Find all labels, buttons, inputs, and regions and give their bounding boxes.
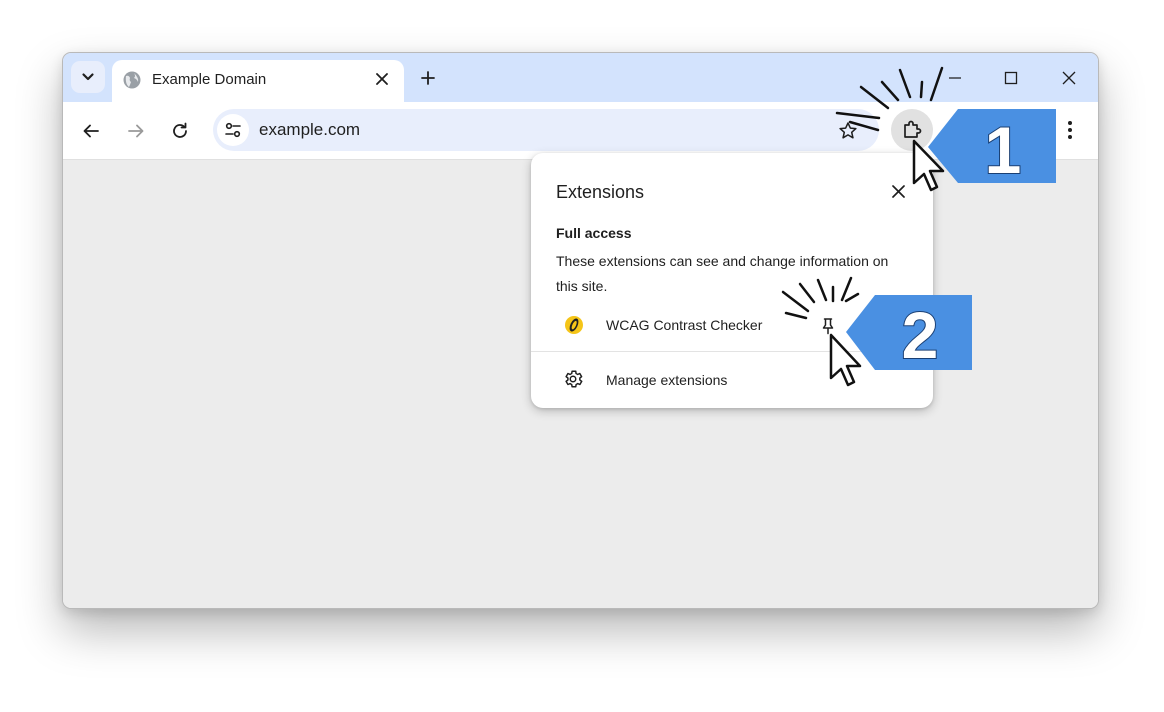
extension-item[interactable]: WCAG Contrast Checker bbox=[531, 306, 933, 346]
browser-menu-button[interactable] bbox=[1057, 117, 1083, 143]
back-button[interactable] bbox=[75, 115, 107, 147]
kebab-menu-icon bbox=[1068, 121, 1072, 139]
puzzle-icon bbox=[904, 120, 922, 138]
globe-icon bbox=[123, 71, 141, 89]
browser-toolbar: example.com bbox=[63, 102, 1098, 160]
arrow-right-icon bbox=[128, 124, 144, 138]
close-tab-button[interactable] bbox=[371, 68, 393, 90]
reload-button[interactable] bbox=[164, 115, 196, 147]
pin-icon bbox=[822, 318, 834, 335]
divider bbox=[531, 351, 933, 352]
forward-button[interactable] bbox=[120, 115, 152, 147]
wcag-logo-icon bbox=[565, 316, 583, 334]
tab-strip: Example Domain bbox=[63, 53, 1098, 102]
tab-search-button[interactable] bbox=[71, 61, 105, 93]
manage-extensions-item[interactable]: Manage extensions bbox=[531, 361, 933, 397]
full-access-description: These extensions can see and change info… bbox=[556, 253, 889, 294]
close-window-icon bbox=[1062, 71, 1076, 85]
arrow-left-icon bbox=[83, 124, 99, 138]
active-tab[interactable]: Example Domain bbox=[112, 60, 404, 102]
bookmark-button[interactable] bbox=[835, 118, 861, 144]
plus-icon bbox=[421, 71, 435, 85]
close-window-button[interactable] bbox=[1056, 65, 1082, 91]
extensions-button[interactable] bbox=[891, 109, 933, 151]
star-icon bbox=[839, 122, 857, 139]
site-info-button[interactable] bbox=[217, 114, 249, 146]
tune-icon bbox=[225, 122, 241, 138]
minimize-button[interactable] bbox=[942, 65, 968, 91]
url-text[interactable]: example.com bbox=[259, 120, 360, 140]
tab-title: Example Domain bbox=[152, 71, 267, 88]
popup-close-button[interactable] bbox=[887, 180, 909, 202]
new-tab-button[interactable] bbox=[415, 65, 441, 91]
extensions-popup: Extensions Full access These extensions … bbox=[531, 153, 933, 408]
reload-icon bbox=[173, 122, 187, 138]
popup-title: Extensions bbox=[556, 182, 645, 202]
manage-extensions-label: Manage extensions bbox=[606, 372, 728, 388]
full-access-heading: Full access bbox=[556, 225, 632, 241]
extension-name: WCAG Contrast Checker bbox=[606, 317, 763, 333]
chevron-down-icon bbox=[82, 73, 94, 81]
pin-extension-button[interactable] bbox=[816, 314, 840, 338]
close-icon bbox=[891, 184, 905, 198]
gear-icon bbox=[565, 370, 583, 388]
close-icon bbox=[376, 73, 388, 85]
maximize-icon bbox=[1004, 71, 1018, 85]
address-bar[interactable]: example.com bbox=[213, 109, 879, 151]
maximize-button[interactable] bbox=[998, 65, 1024, 91]
minimize-icon bbox=[949, 77, 961, 79]
